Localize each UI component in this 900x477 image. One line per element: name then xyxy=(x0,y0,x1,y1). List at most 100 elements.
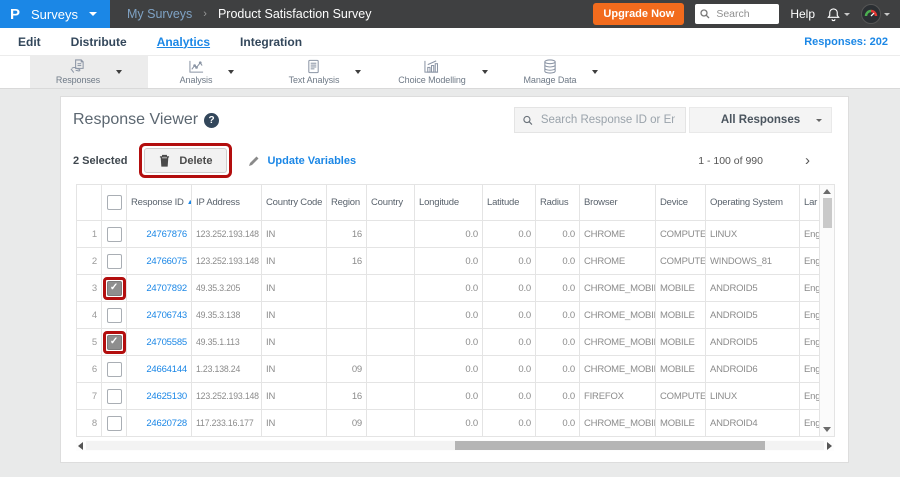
toolbar-responses-label: Responses xyxy=(55,75,101,85)
column-header-device[interactable]: Device xyxy=(655,184,706,221)
cell-browser: CHROME_MOBILE xyxy=(579,355,656,383)
response-id-link[interactable]: 24707892 xyxy=(126,274,192,302)
cell-language: Eng xyxy=(799,247,820,275)
toolbar-manage-data[interactable]: Manage Data xyxy=(502,56,620,88)
response-id-link[interactable]: 24766075 xyxy=(126,247,192,275)
nav-integration[interactable]: Integration xyxy=(240,35,302,49)
cell-os: ANDROID5 xyxy=(705,328,800,356)
scroll-down-icon[interactable] xyxy=(823,427,831,432)
table-header-row: Response ID▲IP AddressCountry CodeRegion… xyxy=(76,184,820,221)
breadcrumb-my-surveys[interactable]: My Surveys xyxy=(127,7,192,21)
column-header-country-code[interactable]: Country Code xyxy=(261,184,327,221)
ip-address-value: 117.233.16.177 xyxy=(196,417,254,429)
global-search-input[interactable] xyxy=(714,7,775,21)
next-page-button[interactable]: › xyxy=(805,153,810,168)
column-header-region[interactable]: Region xyxy=(326,184,367,221)
row-checkbox[interactable] xyxy=(106,361,122,377)
upgrade-now-button[interactable]: Upgrade Now xyxy=(593,3,685,25)
select-all-checkbox-cell[interactable] xyxy=(101,184,127,221)
product-menu[interactable]: P Surveys xyxy=(0,0,110,28)
toolbar-choice-modelling[interactable]: Choice Modelling xyxy=(384,56,502,88)
nav-edit[interactable]: Edit xyxy=(18,35,41,49)
chevron-down-icon[interactable] xyxy=(228,70,235,74)
column-header-browser[interactable]: Browser xyxy=(579,184,656,221)
chevron-down-icon[interactable] xyxy=(592,70,599,74)
notifications-button[interactable] xyxy=(826,7,850,22)
horizontal-scrollbar-thumb[interactable] xyxy=(455,441,765,450)
chevron-down-icon[interactable] xyxy=(116,70,123,74)
analytics-toolbar: Responses Analysis Text Analysis Choice … xyxy=(0,56,900,89)
toolbar-text-analysis-label: Text Analysis xyxy=(288,75,340,85)
chevron-down-icon[interactable] xyxy=(355,70,362,74)
global-search[interactable] xyxy=(695,4,780,24)
table-row: 5 ✓ 24705585 49.35.1.113 IN 0.0 0.0 0.0 CHROME_M… xyxy=(76,328,820,356)
cell-device: COMPUTER xyxy=(655,247,706,275)
scroll-left-icon[interactable] xyxy=(78,441,83,450)
help-tooltip-icon[interactable]: ? xyxy=(204,112,220,128)
search-icon xyxy=(523,115,533,125)
response-id-link[interactable]: 24664144 xyxy=(126,355,192,383)
row-checkbox[interactable]: ✓ xyxy=(106,280,122,296)
response-id-link[interactable]: 24705585 xyxy=(126,328,192,356)
row-checkbox[interactable] xyxy=(106,253,122,269)
table-row: 6 24664144 1.23.138.24 IN 09 0.0 0.0 0.0 CHROME_… xyxy=(76,355,820,383)
row-checkbox[interactable] xyxy=(106,415,122,431)
response-id-link[interactable]: 24625130 xyxy=(126,382,192,410)
row-checkbox-cell: ✓ xyxy=(101,328,127,356)
scroll-right-icon[interactable] xyxy=(827,441,832,450)
responses-icon xyxy=(71,59,85,73)
column-header-latitude[interactable]: Latitude xyxy=(482,184,536,221)
responses-filter-dropdown[interactable]: All Responses xyxy=(689,107,832,133)
cell-country-code: IN xyxy=(261,301,327,329)
responses-count[interactable]: Responses: 202 xyxy=(804,36,888,48)
survey-nav: Edit Distribute Analytics Integration Re… xyxy=(0,28,900,56)
checkbox-annotation-highlight: ✓ xyxy=(102,276,126,300)
cell-country-code: IN xyxy=(261,220,327,248)
row-checkbox[interactable] xyxy=(106,388,122,404)
column-header-ip-address[interactable]: IP Address xyxy=(191,184,262,221)
update-variables-link[interactable]: Update Variables xyxy=(248,155,356,167)
toolbar-text-analysis[interactable]: Text Analysis xyxy=(266,56,384,88)
bell-icon xyxy=(827,7,840,21)
cell-latitude: 0.0 xyxy=(482,409,536,437)
header-row-number xyxy=(76,184,102,221)
response-id-link[interactable]: 24767876 xyxy=(126,220,192,248)
help-link[interactable]: Help xyxy=(790,7,815,21)
response-id-link[interactable]: 24620728 xyxy=(126,409,192,437)
column-header-lar[interactable]: Lar xyxy=(799,184,820,221)
response-viewer-panel: Response Viewer ? All Responses 2 Select… xyxy=(60,96,849,463)
select-all-checkbox[interactable] xyxy=(106,195,122,210)
account-menu[interactable] xyxy=(861,4,890,24)
row-checkbox[interactable]: ✓ xyxy=(106,334,122,350)
column-header-country[interactable]: Country xyxy=(366,184,415,221)
chevron-down-icon[interactable] xyxy=(481,70,488,74)
text-analysis-icon xyxy=(308,59,320,74)
column-header-radius[interactable]: Radius xyxy=(535,184,580,221)
toolbar-analysis[interactable]: Analysis xyxy=(148,56,266,88)
response-search[interactable] xyxy=(514,107,686,133)
questionpro-logo-icon: P xyxy=(10,5,21,23)
horizontal-scrollbar[interactable] xyxy=(76,440,834,451)
table-row: 7 24625130 123.252.193.148 IN 16 0.0 0.0 0.0 FIR… xyxy=(76,382,820,410)
delete-button[interactable]: Delete xyxy=(144,148,228,173)
horizontal-scroll-track[interactable] xyxy=(86,441,824,450)
column-header-longitude[interactable]: Longitude xyxy=(414,184,483,221)
toolbar-responses[interactable]: Responses xyxy=(30,56,148,88)
vertical-scrollbar-thumb[interactable] xyxy=(822,198,832,228)
response-id-link[interactable]: 24706743 xyxy=(126,301,192,329)
row-checkbox[interactable] xyxy=(106,226,122,242)
cell-country xyxy=(366,409,415,437)
column-header-operating-system[interactable]: Operating System xyxy=(705,184,800,221)
chevron-down-icon xyxy=(844,12,850,16)
scroll-up-icon[interactable] xyxy=(823,189,831,194)
nav-distribute[interactable]: Distribute xyxy=(71,35,127,49)
cell-radius: 0.0 xyxy=(535,409,580,437)
cell-language: Eng xyxy=(799,355,820,383)
row-checkbox[interactable] xyxy=(106,307,122,323)
vertical-scrollbar[interactable] xyxy=(820,184,835,437)
cell-browser: CHROME_MOBILE xyxy=(579,274,656,302)
response-search-input[interactable] xyxy=(538,113,677,127)
nav-analytics[interactable]: Analytics xyxy=(157,35,210,49)
cell-device: COMPUTER xyxy=(655,382,706,410)
column-header-response-id[interactable]: Response ID▲ xyxy=(126,184,192,221)
